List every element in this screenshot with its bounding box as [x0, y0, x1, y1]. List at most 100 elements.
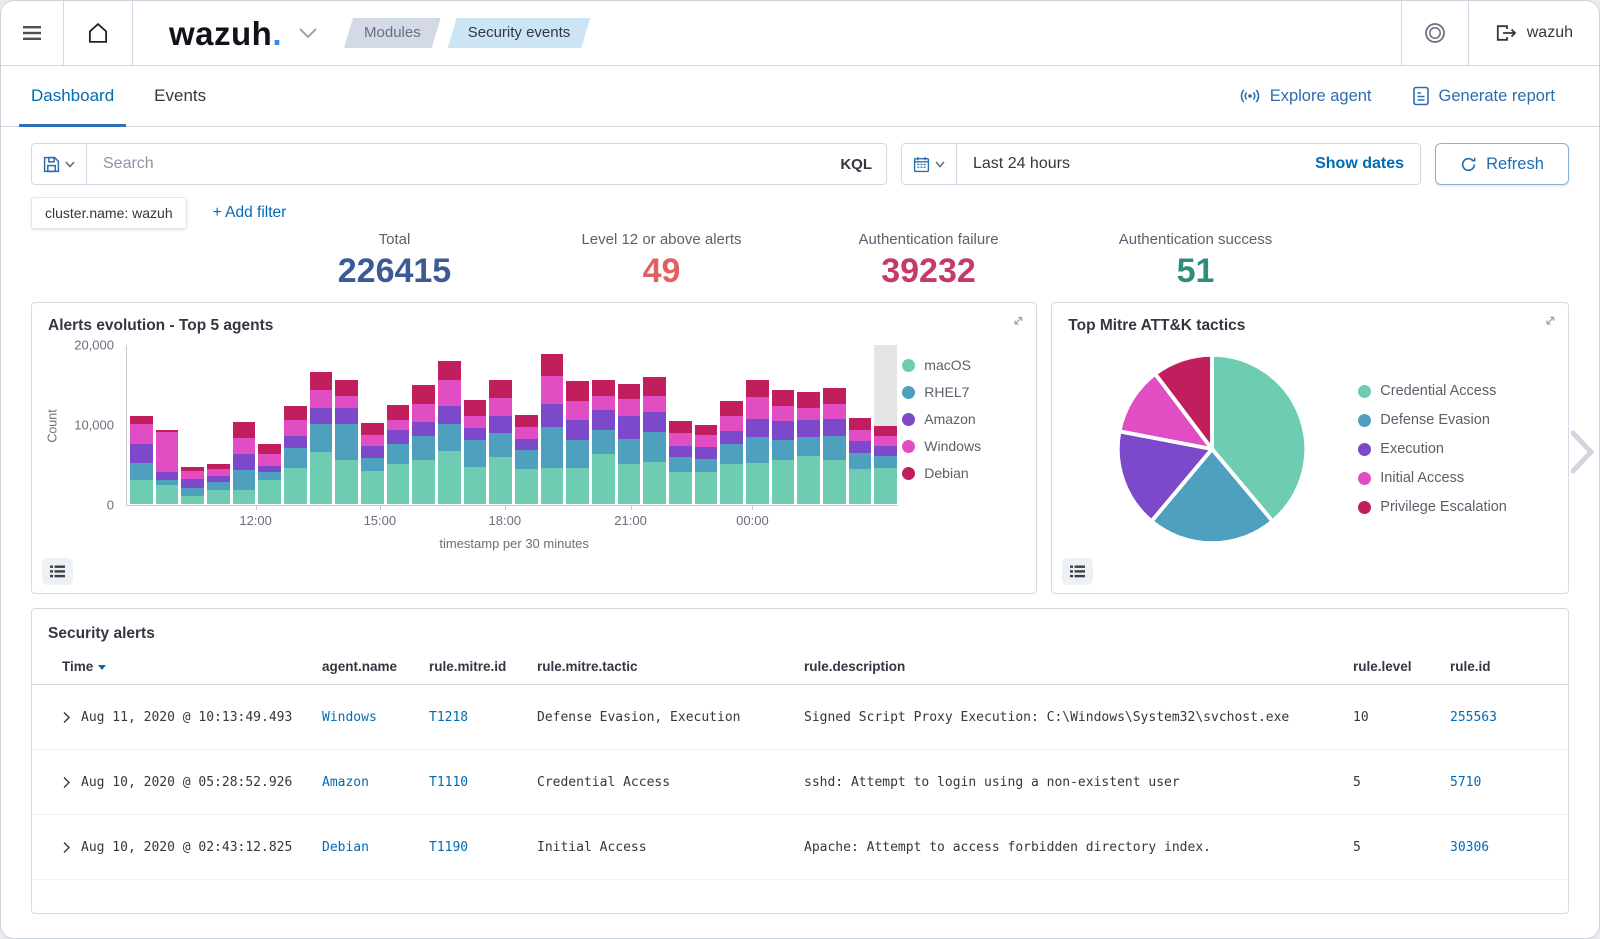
app-switcher-chevron[interactable]	[298, 27, 318, 39]
expand-row-button[interactable]	[62, 841, 71, 854]
bar-segment-amazon	[849, 441, 872, 453]
cell-link[interactable]: T1218	[429, 710, 537, 725]
legend-item-initial-access[interactable]: Initial Access	[1358, 470, 1548, 486]
tab-events[interactable]: Events	[154, 66, 206, 126]
bar-segment-windows	[849, 430, 872, 441]
bar-segment-debian	[335, 380, 358, 397]
expand-row-button[interactable]	[62, 711, 71, 724]
y-tick-label: 0	[107, 498, 114, 513]
bar-segment-rhel7	[130, 463, 153, 481]
legend-toggle-button[interactable]	[1062, 558, 1093, 585]
legend-dot	[1358, 501, 1371, 514]
cell-link[interactable]: T1190	[429, 840, 537, 855]
bar-segment-debian	[797, 392, 820, 408]
generate-report-label: Generate report	[1439, 87, 1555, 106]
stat-value: 39232	[795, 253, 1062, 290]
health-check-button[interactable]	[1401, 1, 1468, 65]
legend-item-credential-access[interactable]: Credential Access	[1358, 383, 1548, 399]
expand-row-button[interactable]	[62, 776, 71, 789]
filter-row: cluster.name: wazuh + Add filter	[31, 197, 1569, 229]
bar-segment-rhel7	[515, 450, 538, 469]
bar-stack	[464, 400, 487, 505]
bar-stack	[412, 385, 435, 504]
legend-item-windows[interactable]: Windows	[902, 438, 1020, 454]
bar-segment-amazon	[387, 430, 410, 444]
generate-report-button[interactable]: Generate report	[1412, 86, 1555, 106]
time-cell: Aug 11, 2020 @ 10:13:49.493	[62, 710, 322, 725]
legend-item-amazon[interactable]: Amazon	[902, 411, 1020, 427]
bar-segment-debian	[849, 418, 872, 430]
bar-segment-rhel7	[746, 437, 769, 463]
legend-item-defense-evasion[interactable]: Defense Evasion	[1358, 412, 1548, 428]
cell: Initial Access	[537, 840, 804, 855]
cell-link[interactable]: 30306	[1450, 840, 1568, 855]
bar-segment-rhel7	[669, 457, 692, 471]
search-row: KQL Last 24 hours Show dates Refresh	[31, 143, 1569, 185]
next-page-chevron[interactable]	[1569, 429, 1595, 480]
kql-toggle[interactable]: KQL	[840, 156, 872, 173]
plot-area	[126, 345, 898, 506]
time-range-value[interactable]: Last 24 hours	[957, 155, 1070, 173]
bar-segment-windows	[361, 435, 384, 446]
chevron-right-icon	[1569, 429, 1595, 475]
y-tick-label: 10,000	[74, 418, 114, 433]
breadcrumb-security-events[interactable]: Security events	[448, 18, 591, 48]
legend-dot	[902, 359, 915, 372]
cell: 5	[1353, 775, 1450, 790]
legend-label: Windows	[924, 438, 981, 454]
bar-segment-rhel7	[695, 459, 718, 472]
legend-item-execution[interactable]: Execution	[1358, 441, 1548, 457]
legend-toggle-button[interactable]	[42, 558, 73, 585]
legend-item-macos[interactable]: macOS	[902, 357, 1020, 373]
quick-select-button[interactable]	[902, 144, 957, 184]
save-query-button[interactable]	[31, 143, 87, 185]
cell-link[interactable]: 5710	[1450, 775, 1568, 790]
show-dates-button[interactable]: Show dates	[1315, 155, 1420, 173]
wazuh-logo[interactable]: wazuh.	[169, 17, 318, 50]
user-menu[interactable]: wazuh	[1468, 1, 1599, 65]
refresh-button[interactable]: Refresh	[1435, 143, 1569, 185]
bar-slot-8	[335, 345, 358, 504]
breadcrumb-modules[interactable]: Modules	[344, 18, 441, 48]
tab-dashboard[interactable]: Dashboard	[31, 66, 114, 126]
column-header-time[interactable]: Time	[62, 659, 322, 674]
cell-link[interactable]: Amazon	[322, 775, 429, 790]
bar-segment-debian	[669, 421, 692, 433]
cell-link[interactable]: 255563	[1450, 710, 1568, 725]
home-button[interactable]	[64, 1, 133, 65]
stat-label: Authentication success	[1062, 231, 1329, 248]
bar-segment-windows	[746, 397, 769, 419]
cell-link[interactable]: Debian	[322, 840, 429, 855]
bar-segment-macos	[412, 460, 435, 504]
add-filter-button[interactable]: + Add filter	[213, 204, 287, 222]
cell: Apache: Attempt to access forbidden dire…	[804, 840, 1353, 855]
cell: 5	[1353, 840, 1450, 855]
bar-segment-macos	[746, 463, 769, 505]
bar-stack	[541, 354, 564, 504]
x-tick-mark	[380, 505, 381, 510]
expand-icon[interactable]	[1542, 314, 1557, 334]
legend-item-privilege-escalation[interactable]: Privilege Escalation	[1358, 499, 1548, 515]
cell: Signed Script Proxy Execution: C:\Window…	[804, 710, 1353, 725]
bar-segment-debian	[592, 380, 615, 396]
bar-segment-windows	[387, 420, 410, 430]
breadcrumb: ModulesSecurity events	[344, 18, 590, 48]
legend-item-debian[interactable]: Debian	[902, 465, 1020, 481]
expand-icon[interactable]	[1010, 314, 1025, 334]
bar-segment-debian	[823, 388, 846, 404]
explore-agent-button[interactable]: Explore agent	[1239, 86, 1372, 106]
cell-link[interactable]: T1110	[429, 775, 537, 790]
bar-segment-macos	[489, 457, 512, 504]
search-input[interactable]	[101, 154, 840, 174]
cell-link[interactable]: Windows	[322, 710, 429, 725]
filter-pill-cluster-name[interactable]: cluster.name: wazuh	[31, 197, 187, 229]
bar-slot-2	[181, 345, 204, 504]
bar-stack	[284, 406, 307, 504]
bar-segment-debian	[772, 390, 795, 406]
bar-segment-windows	[181, 471, 204, 479]
bar-segment-amazon	[489, 416, 512, 434]
y-axis: Count 010,00020,000	[48, 343, 126, 555]
menu-button[interactable]	[1, 1, 64, 65]
bar-segment-macos	[823, 460, 846, 505]
legend-item-rhel7[interactable]: RHEL7	[902, 384, 1020, 400]
